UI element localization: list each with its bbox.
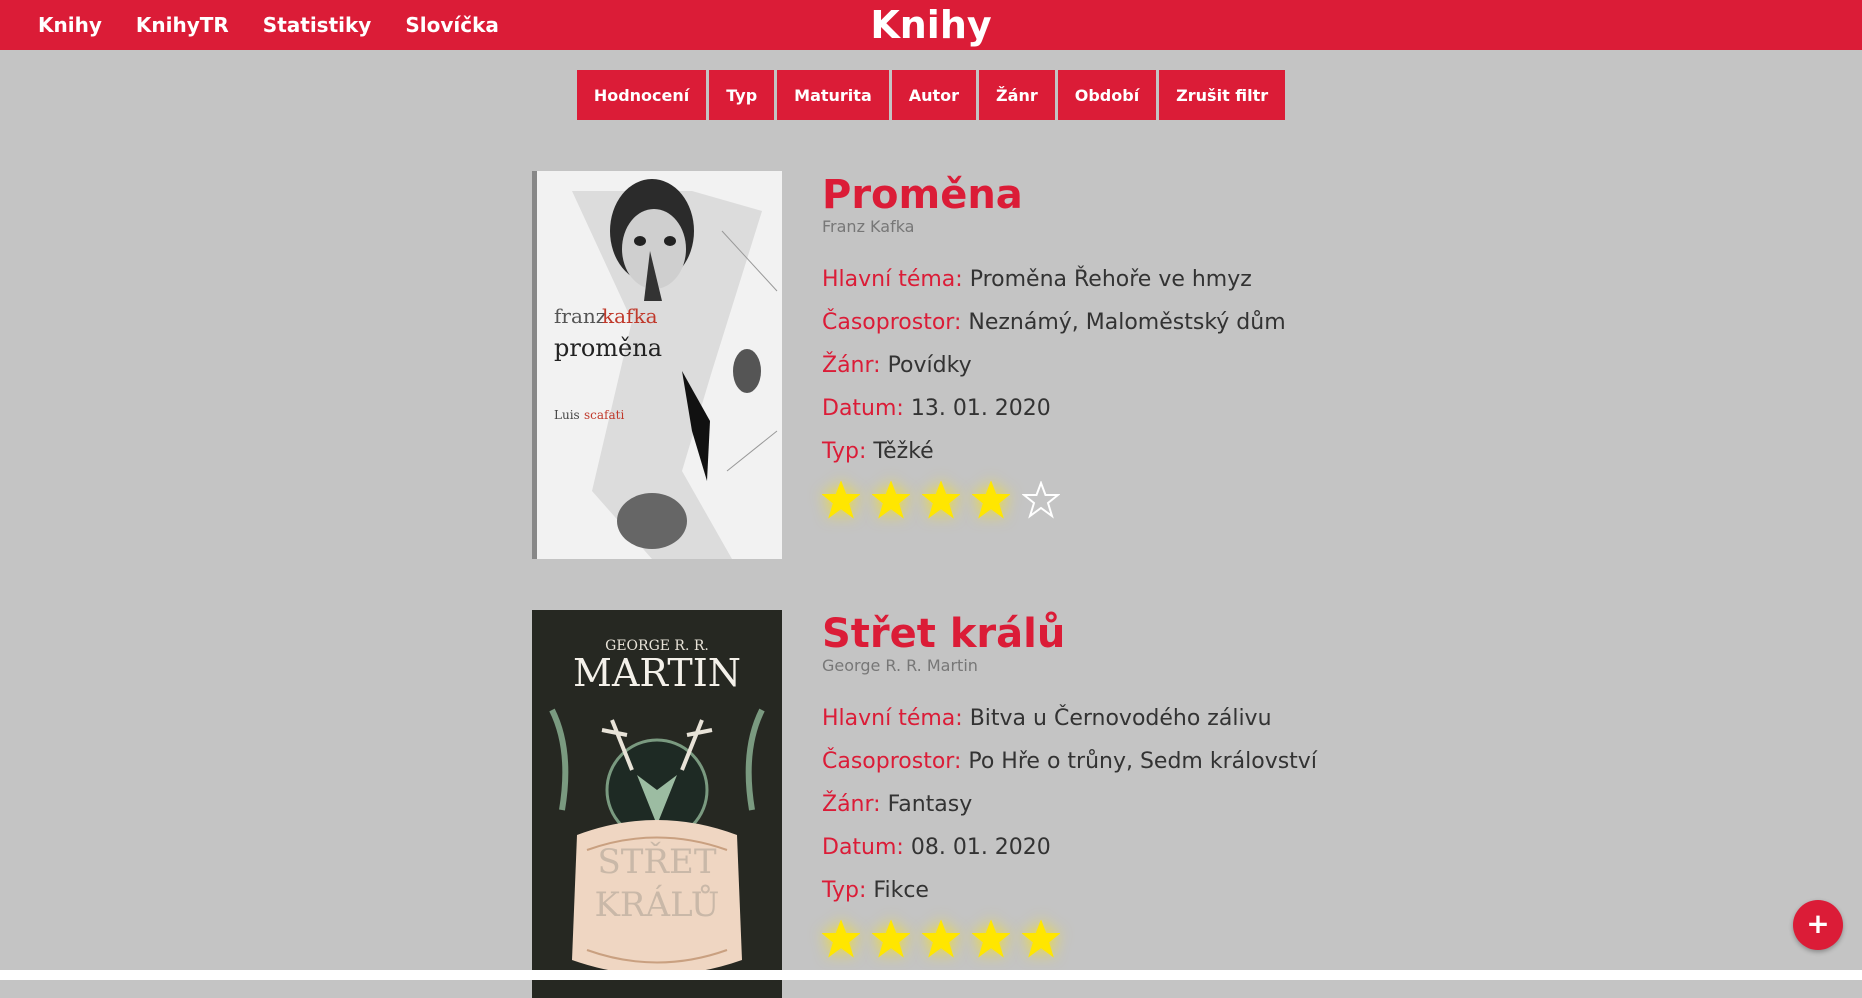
filter-maturita-button[interactable]: Maturita — [777, 70, 889, 120]
setting-label: Časoprostor: — [822, 310, 962, 335]
book-setting-row: Časoprostor: Neznámý, Maloměstský dům — [822, 301, 1522, 344]
filter-obdobi-button[interactable]: Období — [1057, 70, 1157, 120]
date-label: Datum: — [822, 396, 904, 421]
page-bottom-band — [0, 970, 1862, 980]
book-info: Střet králů George R. R. Martin Hlavní t… — [822, 610, 1522, 958]
book-setting-row: Časoprostor: Po Hře o trůny, Sedm králov… — [822, 740, 1522, 783]
genre-value: Povídky — [887, 353, 972, 378]
star-empty-icon — [1022, 481, 1060, 519]
theme-label: Hlavní téma: — [822, 267, 963, 292]
clear-filter-button[interactable]: Zrušit filtr — [1159, 70, 1286, 120]
site-title: Knihy — [870, 3, 992, 47]
theme-value: Bitva u Černovodého zálivu — [969, 706, 1272, 731]
setting-label: Časoprostor: — [822, 749, 962, 774]
filter-autor-button[interactable]: Autor — [891, 70, 977, 120]
genre-value: Fantasy — [887, 792, 973, 817]
cover-text-author: MARTIN — [573, 651, 741, 695]
star-filled-icon — [922, 481, 960, 519]
date-value: 08. 01. 2020 — [910, 835, 1051, 860]
type-value: Fikce — [873, 878, 929, 903]
star-filled-icon — [972, 481, 1010, 519]
cover-text-title1: STŘET — [597, 841, 716, 882]
cover-text-title2: KRÁLŮ — [595, 884, 720, 925]
star-filled-icon — [872, 481, 910, 519]
filter-zanr-button[interactable]: Žánr — [979, 70, 1055, 120]
book-info: Proměna Franz Kafka Hlavní téma: Proměna… — [822, 171, 1522, 519]
book-type-row: Typ: Fikce — [822, 869, 1522, 912]
book-genre-row: Žánr: Povídky — [822, 344, 1522, 387]
book-genre-row: Žánr: Fantasy — [822, 783, 1522, 826]
book-type-row: Typ: Těžké — [822, 430, 1522, 473]
book-cover-image[interactable]: franz kafka proměna Luis scafati — [532, 171, 782, 559]
book-theme-row: Hlavní téma: Proměna Řehoře ve hmyz — [822, 258, 1522, 301]
cover-text-illustrator-name: scafati — [584, 408, 624, 422]
theme-label: Hlavní téma: — [822, 706, 963, 731]
book-date-row: Datum: 13. 01. 2020 — [822, 387, 1522, 430]
cover-text-kafka: kafka — [602, 304, 658, 328]
star-filled-icon — [922, 920, 960, 958]
theme-value: Proměna Řehoře ve hmyz — [969, 267, 1252, 292]
book-title[interactable]: Střet králů — [822, 610, 1522, 658]
top-navbar: Knihy KnihyTR Statistiky Slovíčka Knihy — [0, 0, 1862, 50]
book-title[interactable]: Proměna — [822, 171, 1522, 219]
genre-label: Žánr: — [822, 353, 881, 378]
cover-text-franz: franz — [554, 304, 606, 328]
filter-bar: Hodnocení Typ Maturita Autor Žánr Období… — [0, 70, 1862, 120]
setting-value: Po Hře o trůny, Sedm království — [968, 749, 1317, 774]
book-date-row: Datum: 08. 01. 2020 — [822, 826, 1522, 869]
star-filled-icon — [872, 920, 910, 958]
filter-hodnoceni-button[interactable]: Hodnocení — [576, 70, 707, 120]
book-author: George R. R. Martin — [822, 656, 978, 675]
cover-text-illustrator: Luis — [554, 408, 580, 422]
add-book-button[interactable]: + — [1793, 900, 1843, 950]
cover-text-title: proměna — [554, 334, 662, 362]
star-rating — [822, 920, 1522, 958]
book-cover-image[interactable]: GEORGE R. R. MARTIN STŘET KRÁLŮ — [532, 610, 782, 998]
genre-label: Žánr: — [822, 792, 881, 817]
star-filled-icon — [972, 920, 1010, 958]
date-label: Datum: — [822, 835, 904, 860]
filter-typ-button[interactable]: Typ — [709, 70, 775, 120]
setting-value: Neznámý, Maloměstský dům — [968, 310, 1286, 335]
type-label: Typ: — [822, 439, 867, 464]
star-filled-icon — [822, 920, 860, 958]
book-author: Franz Kafka — [822, 217, 915, 236]
star-rating — [822, 481, 1522, 519]
type-label: Typ: — [822, 878, 867, 903]
book-theme-row: Hlavní téma: Bitva u Černovodého zálivu — [822, 697, 1522, 740]
date-value: 13. 01. 2020 — [910, 396, 1051, 421]
star-filled-icon — [1022, 920, 1060, 958]
type-value: Těžké — [873, 439, 934, 464]
star-filled-icon — [822, 481, 860, 519]
